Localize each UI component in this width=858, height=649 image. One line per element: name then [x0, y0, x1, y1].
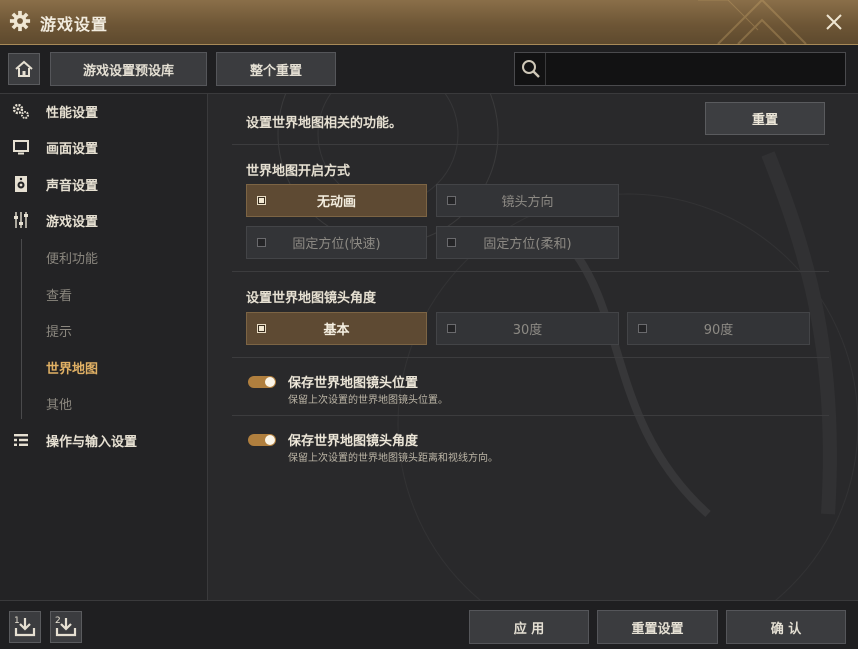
- sidebar-item-tips[interactable]: 提示: [0, 315, 207, 345]
- reset-settings-button[interactable]: 重置设置: [597, 610, 718, 644]
- sidebar-item-label: 世界地图: [46, 362, 99, 377]
- search-icon: [522, 60, 540, 78]
- confirm-button[interactable]: 确 认: [726, 610, 846, 644]
- option-label: 固定方位(快速): [292, 237, 381, 252]
- sliders-icon: [14, 212, 28, 228]
- option-label: 无动画: [316, 195, 356, 210]
- apply-button[interactable]: 应 用: [469, 610, 589, 644]
- slot-number: 2: [55, 616, 61, 626]
- checkbox: [447, 238, 456, 247]
- home-button[interactable]: [8, 53, 40, 85]
- window-title: 游戏设置: [40, 15, 109, 34]
- sidebar-item-game[interactable]: 游戏设置: [0, 205, 207, 235]
- footer: 1 2 应 用 重置设置 确 认: [0, 600, 858, 649]
- checkbox: [447, 324, 456, 333]
- sidebar-item-controls[interactable]: 操作与输入设置: [0, 425, 207, 455]
- checkbox: [447, 196, 456, 205]
- home-icon: [15, 60, 33, 77]
- save-camera-position-toggle[interactable]: [248, 376, 276, 388]
- toggle-knob: [265, 377, 275, 387]
- option-camera-direction[interactable]: 镜头方向: [436, 184, 619, 217]
- option-basic[interactable]: 基本: [246, 312, 427, 345]
- option-label: 固定方位(柔和): [483, 237, 572, 252]
- reset-all-button[interactable]: 整个重置: [216, 52, 336, 86]
- sidebar-item-label: 声音设置: [46, 179, 99, 194]
- toggle-knob: [265, 435, 275, 445]
- search-box: [514, 52, 846, 86]
- search-separator: [545, 53, 546, 85]
- sidebar-item-label: 操作与输入设置: [46, 435, 138, 450]
- monitor-icon: [13, 140, 29, 155]
- save-camera-position-title: 保存世界地图镜头位置: [288, 376, 419, 391]
- sidebar-item-view[interactable]: 查看: [0, 279, 207, 309]
- slot-number: 1: [14, 616, 20, 626]
- preset-library-button[interactable]: 游戏设置预设库: [50, 52, 207, 86]
- sidebar-item-label: 性能设置: [46, 106, 99, 121]
- settings-panel: 设置世界地图相关的功能。 重置 世界地图开启方式 无动画 镜头方向 固定方位(快…: [208, 94, 858, 600]
- sidebar-item-label: 游戏设置: [46, 215, 99, 230]
- title-bar: 游戏设置: [0, 0, 858, 45]
- option-fixed-smooth[interactable]: 固定方位(柔和): [436, 226, 619, 259]
- sidebar-item-other[interactable]: 其他: [0, 388, 207, 418]
- option-label: 镜头方向: [501, 195, 554, 210]
- option-label: 30度: [512, 323, 543, 338]
- option-no-animation[interactable]: 无动画: [246, 184, 427, 217]
- divider: [232, 271, 829, 272]
- section-description: 设置世界地图相关的功能。: [246, 116, 403, 131]
- reset-button[interactable]: 重置: [705, 102, 825, 135]
- close-icon[interactable]: [823, 11, 845, 33]
- speaker-icon: [15, 176, 27, 192]
- option-label: 基本: [323, 323, 350, 338]
- checkbox: [638, 324, 647, 333]
- gear-icon: [9, 10, 31, 32]
- divider: [232, 357, 829, 358]
- option-fixed-fast[interactable]: 固定方位(快速): [246, 226, 427, 259]
- game-settings-window: 游戏设置 游戏设置预设库 整个重置 性能设置 画面设置 声音设置 游戏设置 便利…: [0, 0, 858, 649]
- toolbar: 游戏设置预设库 整个重置: [0, 45, 858, 94]
- gears-icon: [12, 103, 29, 119]
- sidebar-item-sound[interactable]: 声音设置: [0, 169, 207, 199]
- save-camera-angle-desc: 保留上次设置的世界地图镜头距离和视线方向。: [288, 453, 498, 464]
- open-mode-heading: 世界地图开启方式: [246, 164, 351, 179]
- checkbox: [257, 238, 266, 247]
- checkbox: [257, 196, 266, 205]
- sidebar-item-world-map[interactable]: 世界地图: [0, 352, 207, 382]
- sidebar-item-performance[interactable]: 性能设置: [0, 96, 207, 126]
- divider: [232, 144, 829, 145]
- option-label: 90度: [703, 323, 734, 338]
- sidebar-item-display[interactable]: 画面设置: [0, 132, 207, 162]
- sidebar-item-label: 提示: [46, 325, 73, 340]
- download-icon: 2: [55, 616, 77, 637]
- save-slot-1-button[interactable]: 1: [9, 611, 41, 643]
- sidebar-item-convenience[interactable]: 便利功能: [0, 242, 207, 272]
- save-camera-position-desc: 保留上次设置的世界地图镜头位置。: [288, 395, 448, 406]
- download-icon: 1: [14, 616, 36, 637]
- save-camera-angle-title: 保存世界地图镜头角度: [288, 434, 419, 449]
- camera-angle-heading: 设置世界地图镜头角度: [246, 291, 377, 306]
- sidebar-item-label: 便利功能: [46, 252, 99, 267]
- save-camera-angle-toggle[interactable]: [248, 434, 276, 446]
- divider: [232, 415, 829, 416]
- search-input[interactable]: [549, 57, 843, 83]
- option-30-degrees[interactable]: 30度: [436, 312, 619, 345]
- title-decoration: [698, 0, 807, 44]
- sidebar-item-label: 查看: [46, 289, 73, 304]
- list-icon: [14, 434, 28, 446]
- sidebar-item-label: 画面设置: [46, 142, 99, 157]
- save-slot-2-button[interactable]: 2: [50, 611, 82, 643]
- checkbox: [257, 324, 266, 333]
- sidebar: 性能设置 画面设置 声音设置 游戏设置 便利功能 查看 提示 世界地图 其他 操…: [0, 94, 208, 600]
- sidebar-item-label: 其他: [46, 398, 73, 413]
- option-90-degrees[interactable]: 90度: [627, 312, 810, 345]
